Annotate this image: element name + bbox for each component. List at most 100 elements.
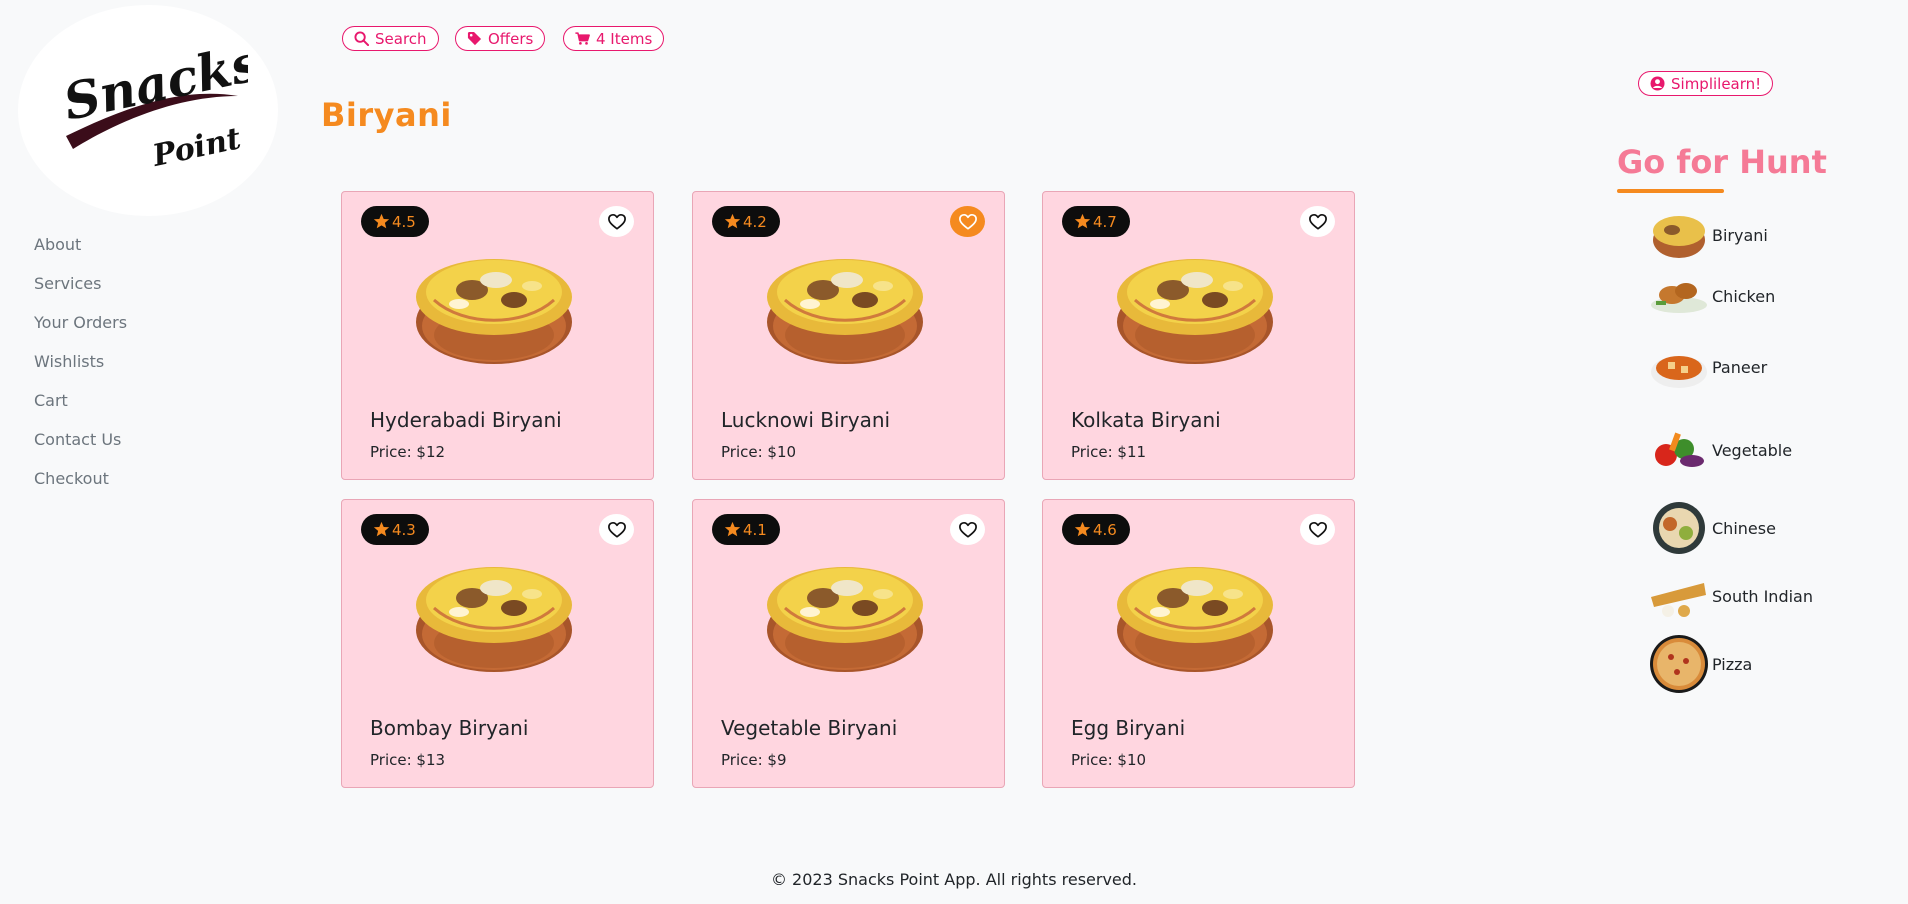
heart-icon: [958, 521, 977, 538]
footer-copyright: © 2023 Snacks Point App. All rights rese…: [770, 870, 1138, 889]
search-button-label: Search: [375, 29, 427, 48]
sidebar-item-your-orders[interactable]: Your Orders: [34, 310, 127, 349]
heart-icon: [607, 521, 626, 538]
south-indian-icon: [1648, 565, 1710, 627]
sidebar-item-about[interactable]: About: [34, 232, 127, 271]
user-profile-label: Simplilearn!: [1671, 74, 1762, 93]
page-title: Biryani: [321, 96, 452, 134]
product-name: Bombay Biryani: [370, 716, 529, 740]
product-price: Price: $10: [1071, 751, 1147, 769]
favorite-button[interactable]: [1300, 514, 1335, 545]
category-item-south-indian[interactable]: South Indian: [1648, 565, 1813, 627]
star-icon: [373, 521, 390, 537]
product-card[interactable]: 4.1 Vegetable Biryani Price: $9: [692, 499, 1005, 788]
star-icon: [1074, 213, 1091, 229]
sidebar-item-contact-us[interactable]: Contact Us: [34, 427, 127, 466]
snacks-point-logo-icon: Snacks Point: [58, 41, 248, 174]
heart-icon: [958, 213, 977, 230]
user-circle-icon: [1650, 76, 1665, 91]
star-icon: [373, 213, 390, 229]
product-price: Price: $13: [370, 751, 446, 769]
chinese-icon: [1648, 497, 1710, 559]
tag-icon: [467, 31, 482, 46]
favorite-button[interactable]: [1300, 206, 1335, 237]
cart-icon: [575, 32, 590, 45]
category-label: Chicken: [1712, 286, 1776, 306]
biryani-bowl-image: [767, 259, 923, 364]
product-name: Lucknowi Biryani: [721, 408, 891, 432]
hunt-title-underline: [1617, 189, 1724, 193]
brand-logo[interactable]: Snacks Point: [18, 5, 278, 216]
rating-badge: 4.3: [361, 514, 429, 545]
product-card[interactable]: 4.7 Kolkata Biryani Price: $11: [1042, 191, 1355, 480]
product-name: Hyderabadi Biryani: [370, 408, 562, 432]
product-price: Price: $12: [370, 443, 446, 461]
product-price: Price: $9: [721, 751, 787, 769]
rating-value: 4.1: [743, 520, 767, 539]
category-item-paneer[interactable]: Paneer: [1648, 336, 1767, 398]
paneer-icon: [1648, 336, 1710, 398]
logo-text-snacks: Snacks: [58, 41, 248, 132]
biryani-bowl-image: [1117, 259, 1273, 364]
search-button[interactable]: Search: [342, 26, 439, 51]
product-price: Price: $10: [721, 443, 797, 461]
product-name: Egg Biryani: [1071, 716, 1186, 740]
rating-badge: 4.2: [712, 206, 780, 237]
category-label: Paneer: [1712, 357, 1768, 377]
sidebar-item-checkout[interactable]: Checkout: [34, 466, 127, 505]
rating-value: 4.5: [392, 212, 416, 231]
product-card[interactable]: 4.5 Hyderabadi Biryani Price: $12: [341, 191, 654, 480]
rating-value: 4.6: [1093, 520, 1117, 539]
category-item-chicken[interactable]: Chicken: [1648, 265, 1775, 327]
product-price: Price: $11: [1071, 443, 1147, 461]
search-icon: [354, 31, 369, 46]
star-icon: [724, 213, 741, 229]
sidebar-nav: About Services Your Orders Wishlists Car…: [34, 232, 127, 505]
product-name: Vegetable Biryani: [721, 716, 898, 740]
product-card[interactable]: 4.6 Egg Biryani Price: $10: [1042, 499, 1355, 788]
offers-button-label: Offers: [488, 29, 534, 48]
favorite-button[interactable]: [950, 514, 985, 545]
sidebar-item-services[interactable]: Services: [34, 271, 127, 310]
rating-value: 4.7: [1093, 212, 1117, 231]
category-item-pizza[interactable]: Pizza: [1648, 633, 1752, 695]
sidebar-item-cart[interactable]: Cart: [34, 388, 127, 427]
favorite-button[interactable]: [599, 514, 634, 545]
vegetable-icon: [1648, 419, 1710, 481]
heart-icon: [1308, 213, 1327, 230]
category-label: Biryani: [1712, 225, 1768, 245]
biryani-bowl-image: [416, 259, 572, 364]
rating-value: 4.3: [392, 520, 416, 539]
favorite-button[interactable]: [599, 206, 634, 237]
cart-button[interactable]: 4 Items: [563, 26, 665, 51]
favorite-button[interactable]: [950, 206, 985, 237]
category-label: Chinese: [1712, 518, 1776, 538]
category-item-chinese[interactable]: Chinese: [1648, 497, 1776, 559]
product-name: Kolkata Biryani: [1071, 408, 1221, 432]
chicken-icon: [1648, 265, 1710, 327]
rating-badge: 4.7: [1062, 206, 1130, 237]
biryani-bowl-image: [1117, 567, 1273, 672]
offers-button[interactable]: Offers: [455, 26, 546, 51]
rating-badge: 4.1: [712, 514, 780, 545]
sidebar-item-wishlists[interactable]: Wishlists: [34, 349, 127, 388]
pizza-icon: [1648, 633, 1710, 695]
star-icon: [1074, 521, 1091, 537]
category-label: South Indian: [1712, 586, 1813, 606]
category-label: Pizza: [1712, 654, 1753, 674]
product-card[interactable]: 4.3 Bombay Biryani Price: $13: [341, 499, 654, 788]
biryani-bowl-image: [416, 567, 572, 672]
biryani-bowl-image: [767, 567, 923, 672]
rating-value: 4.2: [743, 212, 767, 231]
user-profile-button[interactable]: Simplilearn!: [1638, 71, 1774, 96]
product-card[interactable]: 4.2 Lucknowi Biryani Price: $10: [692, 191, 1005, 480]
category-item-vegetable[interactable]: Vegetable: [1648, 419, 1792, 481]
rating-badge: 4.6: [1062, 514, 1130, 545]
biryani-icon: [1648, 204, 1710, 266]
star-icon: [724, 521, 741, 537]
heart-icon: [1308, 521, 1327, 538]
category-item-biryani[interactable]: Biryani: [1648, 204, 1768, 266]
category-label: Vegetable: [1712, 440, 1793, 460]
cart-button-label: 4 Items: [596, 29, 653, 48]
heart-icon: [607, 213, 626, 230]
